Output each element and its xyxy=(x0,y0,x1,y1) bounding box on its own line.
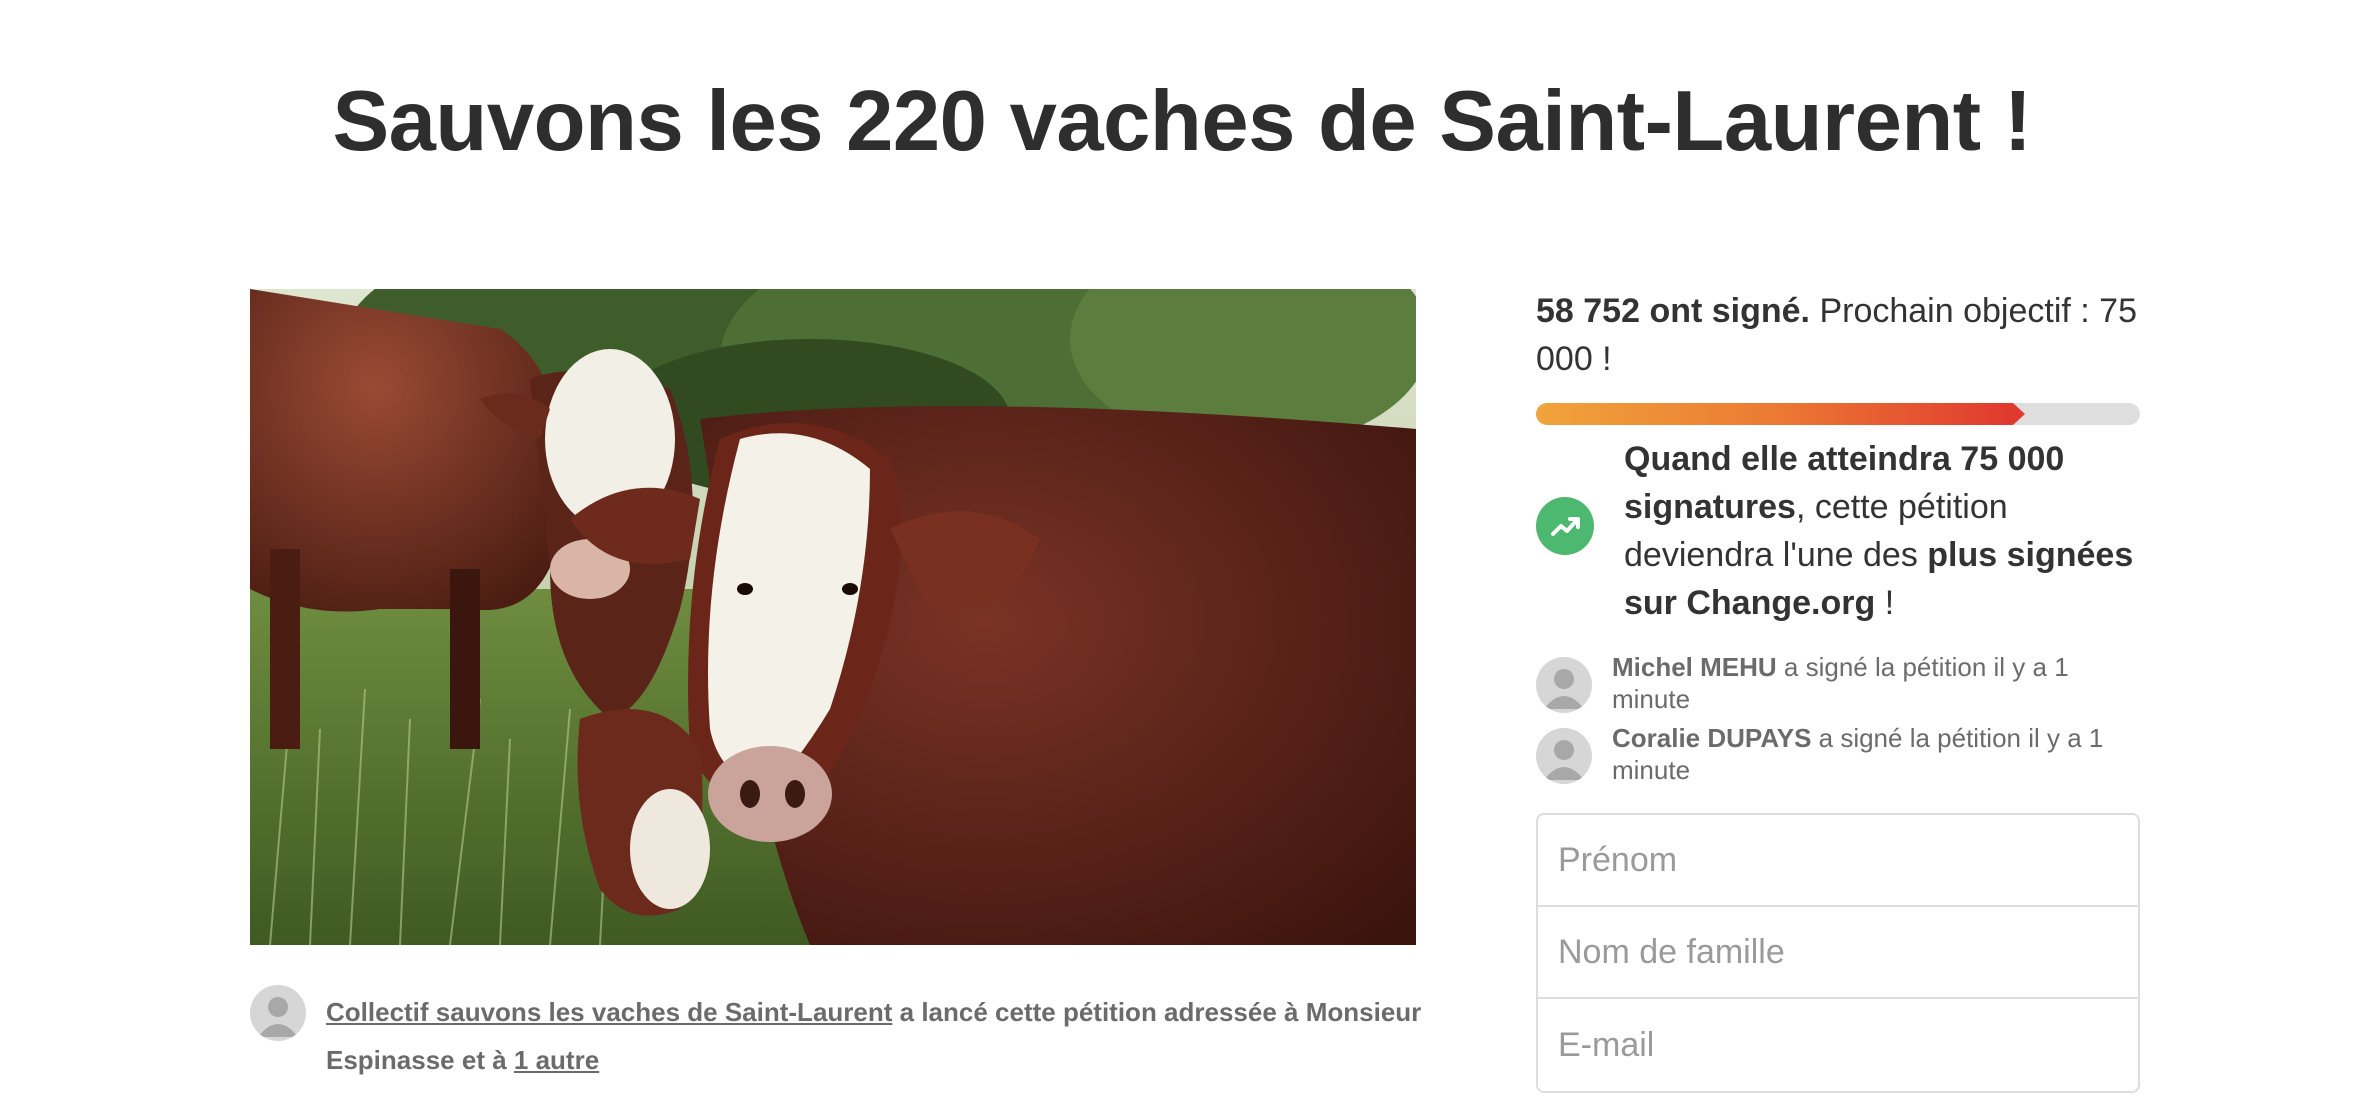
recent-signer: Michel MEHU a signé la pétition il y a 1… xyxy=(1536,651,2140,722)
starter-line: Collectif sauvons les vaches de Saint-La… xyxy=(326,988,1426,1084)
user-icon xyxy=(1544,669,1584,709)
petition-title: Sauvons les 220 vaches de Saint-Laurent … xyxy=(332,74,2032,169)
email-input[interactable] xyxy=(1538,999,2138,1091)
signature-sidebar: 58 752 ont signé. Prochain objectif : 75… xyxy=(1536,289,2140,1093)
milestone-end: ! xyxy=(1875,584,1895,622)
signer-avatar xyxy=(1536,657,1592,713)
trending-up-icon xyxy=(1536,497,1594,555)
milestone-text: Quand elle atteindra 75 000 signatures, … xyxy=(1624,435,2140,627)
petition-page: Sauvons les 220 vaches de Saint-Laurent … xyxy=(0,0,2364,1099)
first-name-input[interactable] xyxy=(1538,815,2138,907)
signer-text: Michel MEHU a signé la pétition il y a 1… xyxy=(1612,651,2140,715)
signer-text: Coralie DUPAYS a signé la pétition il y … xyxy=(1612,722,2140,786)
signer-name: Michel MEHU xyxy=(1612,652,1777,682)
signer-avatar xyxy=(1536,728,1592,784)
last-name-input[interactable] xyxy=(1538,907,2138,999)
sign-form xyxy=(1536,813,2140,1093)
progress-tip xyxy=(2013,403,2025,425)
progress-fill xyxy=(1536,403,2013,425)
signer-name: Coralie DUPAYS xyxy=(1612,723,1812,753)
milestone-callout: Quand elle atteindra 75 000 signatures, … xyxy=(1536,435,2140,635)
starter-name-link[interactable]: Collectif sauvons les vaches de Saint-La… xyxy=(326,997,892,1027)
recent-signers: Michel MEHU a signé la pétition il y a 1… xyxy=(1536,651,2140,793)
signature-count: 58 752 ont signé. Prochain objectif : 75… xyxy=(1536,287,2140,383)
user-icon xyxy=(1544,740,1584,780)
signature-progress-bar xyxy=(1536,403,2140,425)
user-icon xyxy=(258,997,298,1037)
cows-photo-illustration xyxy=(250,289,1416,945)
recent-signer: Coralie DUPAYS a signé la pétition il y … xyxy=(1536,722,2140,793)
petition-photo xyxy=(250,289,1416,945)
starter-avatar[interactable] xyxy=(250,985,306,1041)
others-link[interactable]: 1 autre xyxy=(514,1045,599,1075)
signature-count-value: 58 752 ont signé. xyxy=(1536,292,1810,330)
